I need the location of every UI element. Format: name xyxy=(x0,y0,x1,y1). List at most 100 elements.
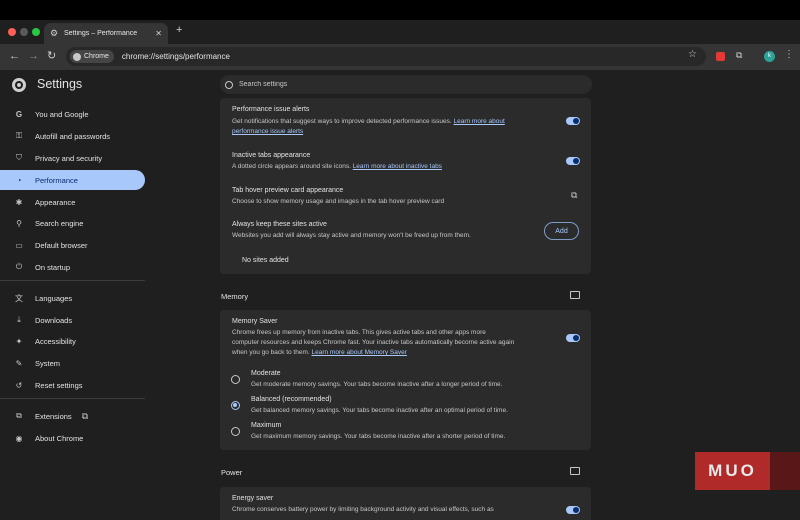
memory-desc-line-3: when you go back to them. xyxy=(232,349,312,356)
hover-preview-description: Choose to show memory usage and images i… xyxy=(232,198,445,205)
add-site-button[interactable]: Add xyxy=(544,222,579,240)
close-tab-icon[interactable]: ✕ xyxy=(155,29,162,38)
sidebar-item-label: About Chrome xyxy=(35,433,84,443)
browser-icon: ▭ xyxy=(15,240,23,250)
puzzle-icon: ⧉ xyxy=(16,411,22,420)
feedback-icon[interactable] xyxy=(570,467,580,475)
balanced-option-title: Balanced (recommended) xyxy=(251,396,332,403)
general-performance-card: Performance issue alerts Get notificatio… xyxy=(220,98,591,274)
back-arrow-icon[interactable]: ← xyxy=(9,49,20,63)
sidebar-item-label: Extensions xyxy=(35,411,72,421)
chrome-logo-icon xyxy=(12,78,26,92)
muo-watermark-shade xyxy=(770,452,800,490)
sidebar-item-extensions[interactable]: ⧉ Extensions ⧉ xyxy=(0,406,145,426)
sidebar-item-label: Reset settings xyxy=(35,380,83,390)
moderate-option-title: Moderate xyxy=(251,370,281,377)
search-input[interactable] xyxy=(239,81,539,88)
maximum-option-desc: Get maximum memory savings. Your tabs be… xyxy=(251,433,506,440)
sidebar-item-about-chrome[interactable]: ◉ About Chrome xyxy=(0,428,145,448)
sidebar-item-reset-settings[interactable]: ↺ Reset settings xyxy=(0,375,145,395)
speedometer-icon: ◔ xyxy=(16,175,22,185)
moderate-radio[interactable] xyxy=(231,375,240,384)
hover-preview-title: Tab hover preview card appearance xyxy=(232,187,344,194)
memory-saver-title: Memory Saver xyxy=(232,318,278,325)
sidebar-item-on-startup[interactable]: ⏻ On startup xyxy=(0,257,145,277)
maximum-radio[interactable] xyxy=(231,427,240,436)
profile-avatar[interactable]: k xyxy=(764,51,775,62)
inactive-tabs-title: Inactive tabs appearance xyxy=(232,152,311,159)
sidebar-item-system[interactable]: ✎ System xyxy=(0,353,145,373)
chrome-icon: ◉ xyxy=(15,433,23,443)
extensions-puzzle-icon[interactable]: ⧉ xyxy=(736,50,742,61)
sidebar-item-label: Appearance xyxy=(35,197,76,207)
inactive-tabs-toggle[interactable] xyxy=(566,157,580,165)
keep-active-title: Always keep these sites active xyxy=(232,221,327,228)
muo-watermark-logo: MUO xyxy=(695,452,770,490)
more-menu-icon[interactable]: ⋮ xyxy=(784,49,794,60)
sidebar-item-accessibility[interactable]: ✦ Accessibility xyxy=(0,331,145,351)
extension-icon[interactable] xyxy=(716,52,725,61)
sidebar-item-label: Autofill and passwords xyxy=(35,131,111,141)
url-text: chrome://settings/performance xyxy=(121,52,230,61)
search-settings[interactable] xyxy=(220,75,592,94)
minimize-window-button[interactable] xyxy=(20,28,28,36)
forward-arrow-icon[interactable]: → xyxy=(28,49,39,63)
no-sites-text: No sites added xyxy=(242,257,289,264)
energy-saver-card: Energy saver Chrome conserves battery po… xyxy=(220,487,591,520)
energy-saver-toggle[interactable] xyxy=(566,506,580,514)
sidebar-item-appearance[interactable]: ✱ Appearance xyxy=(0,192,145,212)
sidebar-item-label: Downloads xyxy=(35,315,73,325)
power-icon: ⏻ xyxy=(15,262,23,271)
palette-icon: ✱ xyxy=(15,197,23,207)
new-tab-button[interactable]: + xyxy=(176,24,182,36)
feedback-icon[interactable] xyxy=(570,291,580,299)
sidebar-item-privacy[interactable]: ⛉ Privacy and security xyxy=(0,148,145,168)
sidebar-item-downloads[interactable]: ⤓ Downloads xyxy=(0,310,145,330)
power-section-title: Power xyxy=(221,468,243,477)
alerts-learn-more-link-2[interactable]: performance issue alerts xyxy=(232,128,303,135)
bookmark-star-icon[interactable]: ☆ xyxy=(688,49,697,60)
address-bar[interactable]: Chrome chrome://settings/performance xyxy=(66,47,706,66)
sidebar-item-label: Default browser xyxy=(35,240,88,250)
open-in-new-icon[interactable]: ⧉ xyxy=(571,190,577,201)
balanced-radio[interactable] xyxy=(231,401,240,410)
sidebar-item-performance[interactable]: ◔ Performance xyxy=(0,170,145,190)
key-icon: ⚿ xyxy=(15,131,23,140)
sidebar-item-autofill[interactable]: ⚿ Autofill and passwords xyxy=(0,126,145,146)
sidebar-item-languages[interactable]: 文 Languages xyxy=(0,288,145,308)
sidebar-item-default-browser[interactable]: ▭ Default browser xyxy=(0,235,145,255)
memory-section-title: Memory xyxy=(221,292,249,301)
alerts-description: Get notifications that suggest ways to i… xyxy=(232,117,562,137)
inactive-tabs-learn-more-link[interactable]: Learn more about inactive tabs xyxy=(353,163,442,170)
sidebar-divider xyxy=(0,280,145,281)
memory-saver-card: Memory Saver Chrome frees up memory from… xyxy=(220,310,591,450)
alerts-toggle[interactable] xyxy=(566,117,580,125)
close-window-button[interactable] xyxy=(8,28,16,36)
inactive-desc-text: A dotted circle appears around site icon… xyxy=(232,163,353,170)
memory-saver-toggle[interactable] xyxy=(566,334,580,342)
maximize-window-button[interactable] xyxy=(32,28,40,36)
sidebar-item-label: Search engine xyxy=(35,218,84,228)
sidebar-item-label: You and Google xyxy=(35,109,89,119)
translate-icon: 文 xyxy=(15,293,23,303)
tab-strip: ⚙ Settings – Performance ✕ + xyxy=(0,20,800,44)
gear-icon: ⚙ xyxy=(50,28,59,38)
alerts-learn-more-link[interactable]: Learn more about xyxy=(453,118,504,125)
energy-saver-description: Chrome conserves battery power by limiti… xyxy=(232,506,494,513)
sidebar-item-you-and-google[interactable]: G You and Google xyxy=(0,104,145,124)
sidebar-item-label: On startup xyxy=(35,262,71,272)
site-chip[interactable]: Chrome xyxy=(70,50,114,63)
inactive-tabs-description: A dotted circle appears around site icon… xyxy=(232,162,442,172)
memory-saver-learn-more-link[interactable]: Learn more about Memory Saver xyxy=(312,349,407,356)
search-icon: ⚲ xyxy=(16,218,22,228)
sidebar-item-label: Languages xyxy=(35,293,73,303)
memory-saver-description: Chrome frees up memory from inactive tab… xyxy=(232,328,562,358)
tab-title: Settings – Performance xyxy=(64,30,138,37)
tab-settings-performance[interactable]: ⚙ Settings – Performance ✕ xyxy=(44,23,168,44)
accessibility-icon: ✦ xyxy=(15,336,23,346)
reload-icon[interactable]: ↻ xyxy=(47,49,56,63)
sidebar-item-label: Performance xyxy=(35,175,78,185)
site-chip-label: Chrome xyxy=(84,53,109,60)
moderate-option-desc: Get moderate memory savings. Your tabs b… xyxy=(251,381,503,388)
sidebar-item-search-engine[interactable]: ⚲ Search engine xyxy=(0,213,145,233)
